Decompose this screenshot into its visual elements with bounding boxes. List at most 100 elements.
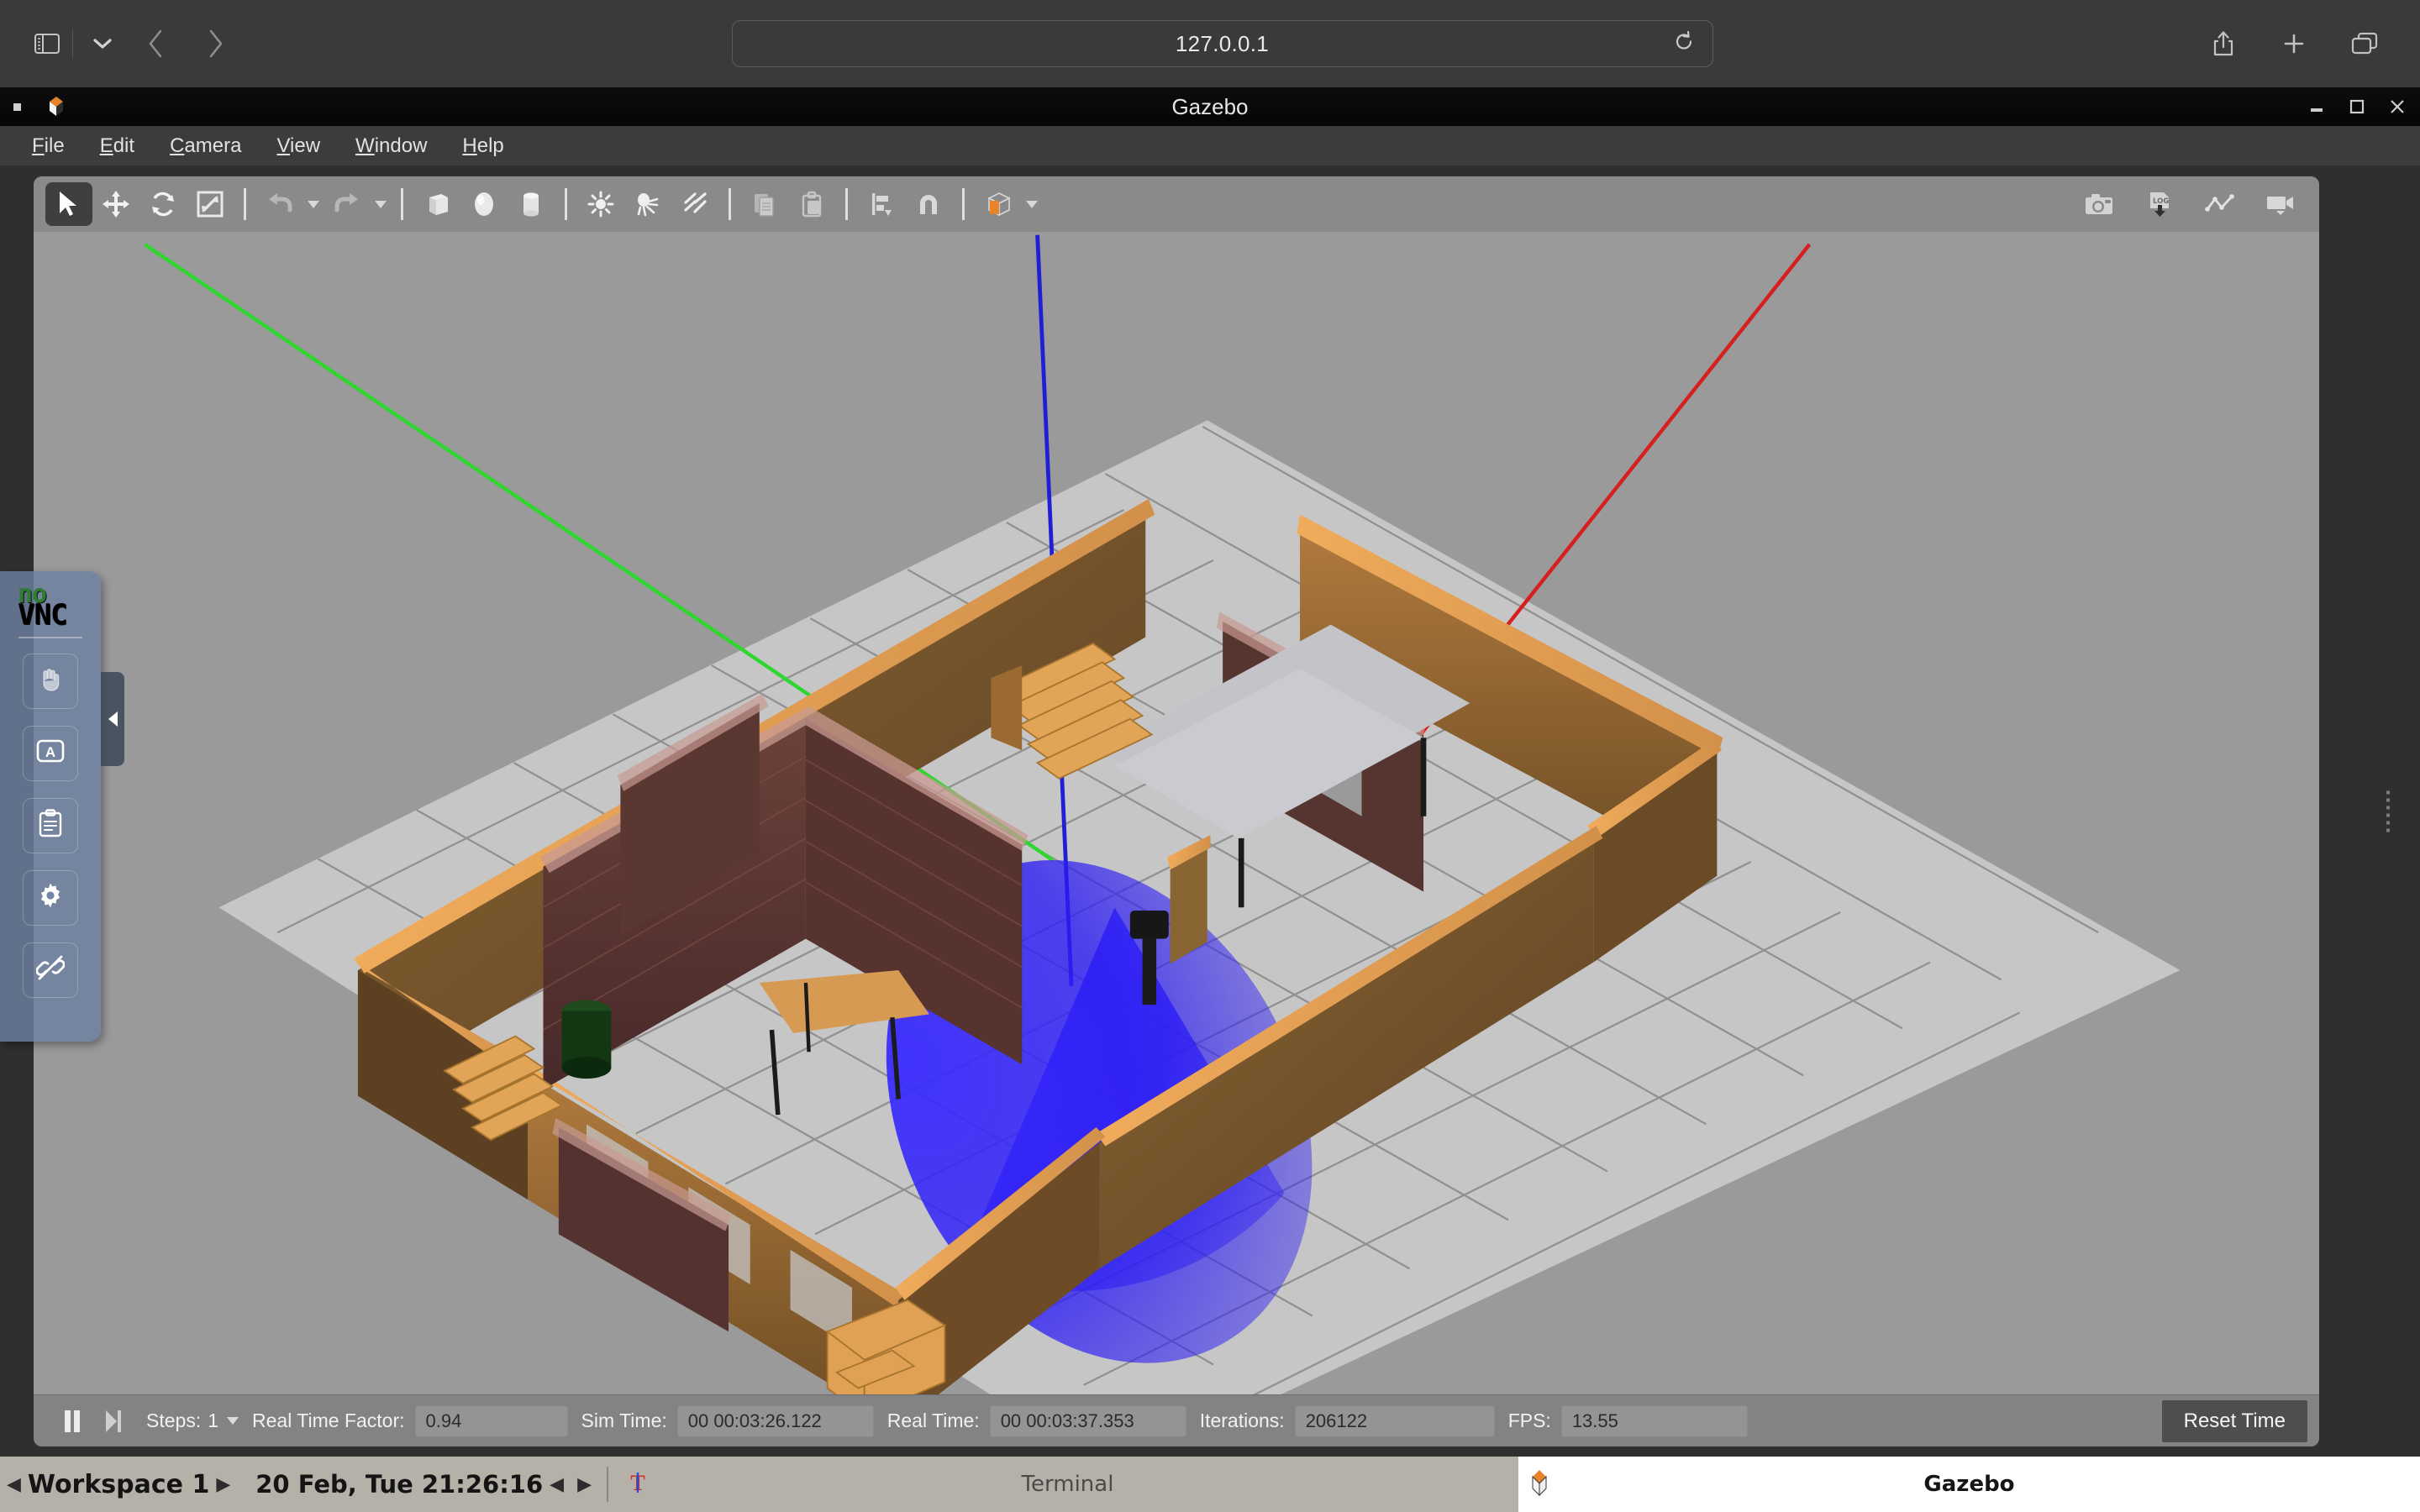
maximize-icon[interactable] <box>2346 96 2368 118</box>
taskbar-divider <box>607 1467 608 1502</box>
copy-button[interactable] <box>741 182 788 226</box>
pause-icon[interactable] <box>52 1403 92 1440</box>
toolbar-separator <box>401 188 403 220</box>
next-workspace-button[interactable]: ▶ <box>209 1474 237 1495</box>
panel-resize-grip[interactable] <box>2386 791 2390 832</box>
broken-link-icon <box>36 953 65 986</box>
keyboard-button[interactable]: A <box>23 726 78 781</box>
browser-left-controls <box>0 24 246 64</box>
close-icon[interactable] <box>2386 96 2408 118</box>
prev-workspace-button[interactable]: ◀ <box>0 1474 28 1495</box>
toolbar-separator <box>244 188 246 220</box>
steps-label: Steps: <box>146 1410 201 1432</box>
insert-cylinder-button[interactable] <box>508 182 555 226</box>
url-text: 127.0.0.1 <box>1176 31 1269 57</box>
view-angle-dropdown[interactable] <box>1022 182 1042 226</box>
redo-button[interactable] <box>324 182 371 226</box>
translate-mode-button[interactable] <box>92 182 139 226</box>
toolbar-separator <box>565 188 567 220</box>
insert-sphere-button[interactable] <box>460 182 508 226</box>
taskbar-gazebo-label: Gazebo <box>1923 1472 2014 1497</box>
select-mode-button[interactable] <box>45 182 92 226</box>
gazebo-statusbar: Steps: 1 Real Time Factor: 0.94 Sim Time… <box>34 1394 2319 1446</box>
real-time-factor-label: Real Time Factor: <box>252 1410 405 1432</box>
menu-item-camera[interactable]: Camera <box>155 129 256 164</box>
menu-accel-help: H <box>462 134 476 157</box>
clock-next-button[interactable]: ▶ <box>571 1474 598 1495</box>
video-record-button[interactable] <box>2257 182 2304 226</box>
insert-point-light-button[interactable] <box>577 182 624 226</box>
gazebo-toolbar-right: LOG <box>2075 176 2304 232</box>
gazebo-menubar: File Edit Camera View Window Help <box>0 126 2420 166</box>
align-button[interactable] <box>858 182 905 226</box>
magnet-icon[interactable] <box>905 182 952 226</box>
gazebo-window-title: Gazebo <box>0 94 2420 120</box>
menu-label-camera: amera <box>184 134 241 157</box>
menu-label-window: indow <box>375 134 428 157</box>
tab-overview-icon[interactable] <box>2339 23 2390 65</box>
plus-icon[interactable] <box>2269 23 2319 65</box>
log-record-button[interactable]: LOG <box>2136 182 2183 226</box>
menu-item-edit[interactable]: Edit <box>85 129 150 164</box>
reset-time-button[interactable]: Reset Time <box>2162 1400 2307 1442</box>
svg-text:LOG: LOG <box>2153 197 2169 206</box>
taskbar-window-gazebo[interactable]: Gazebo <box>1518 1457 2420 1512</box>
toolbar-separator <box>729 188 731 220</box>
gazebo-window: Gazebo File Edit Camera View Window Help <box>0 87 2420 1457</box>
reload-icon[interactable] <box>1674 31 1694 57</box>
insert-directional-light-button[interactable] <box>671 182 718 226</box>
url-bar-container: 127.0.0.1 <box>246 20 2198 67</box>
back-arrow-icon[interactable] <box>125 24 186 64</box>
scale-mode-button[interactable] <box>187 182 234 226</box>
desktop-taskbar: ◀ Workspace 1 ▶ 20 Feb, Tue 21:26:16 ◀ ▶… <box>0 1457 2420 1512</box>
gazebo-body: LOG <box>0 166 2420 1457</box>
redo-history-dropdown[interactable] <box>371 182 391 226</box>
collapse-left-arrow-icon <box>108 711 118 727</box>
minimize-icon[interactable] <box>2306 96 2328 118</box>
sim-time-label: Sim Time: <box>581 1410 667 1432</box>
fps-value: 13.55 <box>1561 1405 1748 1437</box>
menu-item-help[interactable]: Help <box>447 129 518 164</box>
undo-button[interactable] <box>256 182 303 226</box>
gazebo-toolbar: LOG <box>34 176 2319 232</box>
novnc-logo-bottom: VNC <box>18 604 83 627</box>
sim-time-value: 00 00:03:26.122 <box>677 1405 874 1437</box>
real-time-label: Real Time: <box>887 1410 980 1432</box>
menu-accel-edit: E <box>100 134 113 157</box>
terminal-icon: T <box>625 1467 654 1501</box>
line-plot-icon[interactable] <box>2196 182 2244 226</box>
menu-label-help: elp <box>477 134 504 157</box>
clipboard-button[interactable] <box>23 798 78 853</box>
menu-accel-camera: C <box>170 134 184 157</box>
steps-dropdown-caret-icon[interactable] <box>227 1417 239 1425</box>
paste-button[interactable] <box>788 182 835 226</box>
undo-history-dropdown[interactable] <box>303 182 324 226</box>
step-forward-icon[interactable] <box>92 1403 133 1440</box>
insert-spot-light-button[interactable] <box>624 182 671 226</box>
chevron-down-icon[interactable] <box>80 25 125 62</box>
simulation-viewport[interactable] <box>34 232 2319 1394</box>
menu-item-view[interactable]: View <box>261 129 335 164</box>
insert-box-button[interactable] <box>413 182 460 226</box>
screenshot-button[interactable] <box>2075 182 2123 226</box>
settings-button[interactable] <box>23 870 78 926</box>
gazebo-titlebar: Gazebo <box>0 87 2420 126</box>
sidebar-toggle-icon[interactable] <box>29 29 66 59</box>
url-input[interactable]: 127.0.0.1 <box>732 20 1713 67</box>
rotate-mode-button[interactable] <box>139 182 187 226</box>
menu-item-file[interactable]: File <box>17 129 80 164</box>
svg-text:A: A <box>45 744 55 760</box>
novnc-panel-handle[interactable] <box>101 672 124 766</box>
novnc-divider <box>18 637 82 638</box>
disconnect-button[interactable] <box>23 942 78 998</box>
menu-label-edit: dit <box>113 134 134 157</box>
menu-item-window[interactable]: Window <box>340 129 442 164</box>
iterations-value: 206122 <box>1295 1405 1495 1437</box>
keyboard-key-a-icon: A <box>35 738 66 768</box>
taskbar-window-terminal[interactable]: T Terminal <box>617 1457 1518 1512</box>
clock-prev-button[interactable]: ◀ <box>543 1474 571 1495</box>
share-icon[interactable] <box>2198 23 2249 65</box>
view-angle-cube-icon[interactable] <box>975 182 1022 226</box>
drag-pan-button[interactable] <box>23 654 78 709</box>
forward-arrow-icon[interactable] <box>186 24 246 64</box>
